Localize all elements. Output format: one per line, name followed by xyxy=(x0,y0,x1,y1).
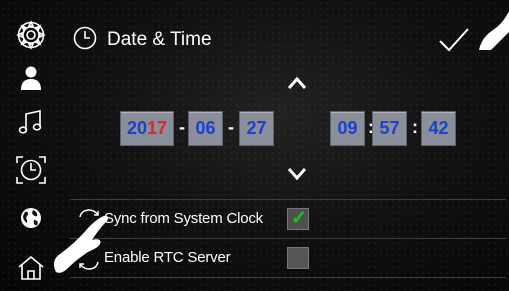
minute-field[interactable]: 57 xyxy=(372,111,407,146)
date-separator: - xyxy=(179,117,185,137)
pointing-hand-icon xyxy=(53,215,109,273)
enable-rtc-server-label: Enable RTC Server xyxy=(104,249,231,266)
time-separator: : xyxy=(412,117,418,137)
music-note-icon[interactable] xyxy=(14,105,48,139)
clock-icon[interactable] xyxy=(14,153,48,187)
enable-rtc-server-checkbox[interactable] xyxy=(287,247,309,269)
year-suffix: 17 xyxy=(147,118,168,138)
day-field[interactable]: 27 xyxy=(239,111,274,146)
second-field[interactable]: 42 xyxy=(421,111,456,146)
pointing-finger-icon xyxy=(479,11,509,50)
increment-arrow-icon[interactable] xyxy=(283,74,311,92)
divider xyxy=(70,238,506,239)
decrement-arrow-icon[interactable] xyxy=(283,165,311,183)
month-field[interactable]: 06 xyxy=(188,111,223,146)
header: Date & Time xyxy=(66,11,509,62)
year-field[interactable]: 20 17 xyxy=(120,111,174,146)
year-prefix: 20 xyxy=(126,118,147,138)
user-icon[interactable] xyxy=(14,61,48,95)
checkmark-icon[interactable] xyxy=(437,23,471,57)
date-separator: - xyxy=(228,117,234,137)
divider xyxy=(70,199,506,200)
check-mark-icon: ✓ xyxy=(291,208,307,229)
page-title: Date & Time xyxy=(107,29,212,50)
sync-system-clock-checkbox[interactable]: ✓ xyxy=(287,208,309,230)
sync-system-clock-label: Sync from System Clock xyxy=(104,210,263,227)
gear-icon[interactable] xyxy=(14,18,48,52)
hour-field[interactable]: 09 xyxy=(330,111,365,146)
clock-icon xyxy=(73,26,97,50)
screen: Date & Time 20 17 - 06 - 27 09 : 57 : 42 … xyxy=(0,0,509,291)
divider xyxy=(70,277,506,278)
